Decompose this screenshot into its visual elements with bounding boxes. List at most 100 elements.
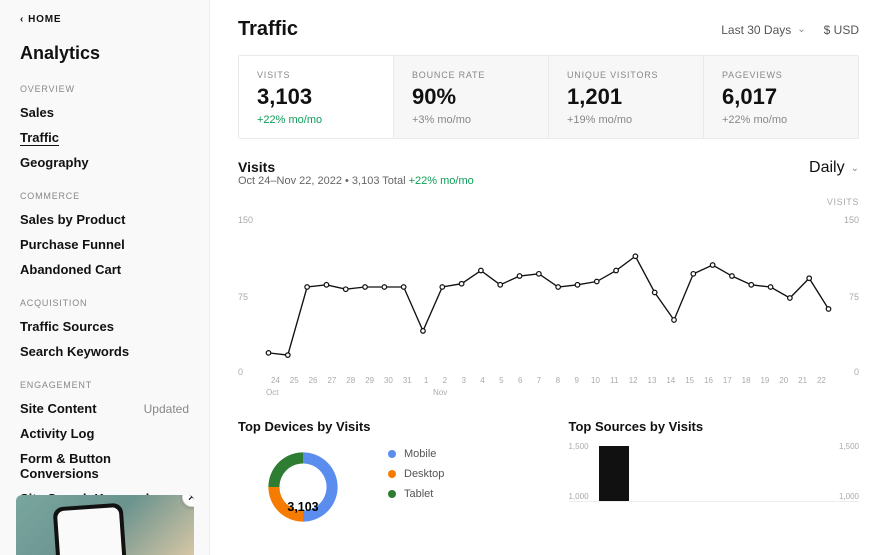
promo-card[interactable]: ✕ <box>16 495 194 555</box>
home-label: HOME <box>28 14 61 25</box>
visits-line-chart: VISITS 150 150 75 75 0 0 242526272829303… <box>238 197 859 397</box>
chevron-down-icon: ⌄ <box>797 24 805 35</box>
sidebar-item-activity-log[interactable]: Activity Log <box>0 421 209 446</box>
sidebar-item-geography[interactable]: Geography <box>0 150 209 175</box>
legend-dot <box>388 490 396 498</box>
x-tick: 30 <box>379 376 398 385</box>
x-tick: 17 <box>718 376 737 385</box>
legend-item-mobile: Mobile <box>388 448 444 460</box>
sidebar-item-sales-by-product[interactable]: Sales by Product <box>0 207 209 232</box>
legend-label: Desktop <box>404 468 444 480</box>
currency-label: $ USD <box>824 23 859 37</box>
close-icon[interactable]: ✕ <box>182 495 194 507</box>
sidebar-item-search-keywords[interactable]: Search Keywords <box>0 339 209 364</box>
top-sources-section: Top Sources by Visits 1,500 1,500 1,000 … <box>569 419 860 532</box>
x-tick: 8 <box>548 376 567 385</box>
sidebar-item-label: Sales by Product <box>20 212 125 227</box>
x-tick: 3 <box>454 376 473 385</box>
kpi-label: BOUNCE RATE <box>412 70 530 80</box>
sidebar-item-label: Search Keywords <box>20 344 129 359</box>
kpi-delta: +3% mo/mo <box>412 114 530 126</box>
legend-item-tablet: Tablet <box>388 488 444 500</box>
chart-title: Visits <box>238 159 474 175</box>
x-tick: 13 <box>643 376 662 385</box>
page-title: Traffic <box>238 18 298 41</box>
sources-title: Top Sources by Visits <box>569 419 860 434</box>
sidebar-item-traffic-sources[interactable]: Traffic Sources <box>0 314 209 339</box>
sidebar-item-badge: Updated <box>144 402 189 416</box>
granularity-dropdown[interactable]: Daily ⌄ <box>809 159 859 177</box>
top-devices-section: Top Devices by Visits 3,103 MobileDeskto… <box>238 419 529 532</box>
x-tick: 22 <box>812 376 831 385</box>
kpi-value: 6,017 <box>722 84 840 110</box>
sidebar-item-label: Activity Log <box>20 426 94 441</box>
chevron-down-icon: ⌄ <box>851 163 859 174</box>
kpi-label: PAGEVIEWS <box>722 70 840 80</box>
kpi-card-bounce-rate[interactable]: BOUNCE RATE 90% +3% mo/mo <box>394 56 549 138</box>
sidebar-item-label: Purchase Funnel <box>20 237 125 252</box>
x-tick: 19 <box>756 376 775 385</box>
granularity-label: Daily <box>809 159 845 177</box>
x-tick: 29 <box>360 376 379 385</box>
sidebar-title: Analytics <box>0 37 209 82</box>
x-tick: 28 <box>341 376 360 385</box>
sidebar-item-traffic[interactable]: Traffic <box>0 125 209 150</box>
legend-dot <box>388 450 396 458</box>
x-tick: 31 <box>398 376 417 385</box>
x-tick: 26 <box>304 376 323 385</box>
sidebar-section-label: ENGAGEMENT <box>0 378 209 396</box>
x-tick: 20 <box>774 376 793 385</box>
devices-legend: Mobile Desktop Tablet <box>388 448 444 500</box>
sources-bar-chart: 1,500 1,500 1,000 1,000 <box>569 442 860 502</box>
kpi-label: VISITS <box>257 70 375 80</box>
date-range-dropdown[interactable]: Last 30 Days ⌄ <box>721 23 805 37</box>
x-tick: 12 <box>624 376 643 385</box>
donut-chart: 3,103 <box>238 442 368 532</box>
donut-center-value: 3,103 <box>287 500 318 514</box>
kpi-value: 3,103 <box>257 84 375 110</box>
sidebar-item-label: Geography <box>20 155 89 170</box>
x-tick: 25 <box>285 376 304 385</box>
x-tick: 5 <box>492 376 511 385</box>
kpi-value: 1,201 <box>567 84 685 110</box>
sidebar-item-purchase-funnel[interactable]: Purchase Funnel <box>0 232 209 257</box>
sidebar-item-sales[interactable]: Sales <box>0 100 209 125</box>
legend-dot <box>388 470 396 478</box>
main-content: Traffic Last 30 Days ⌄ $ USD VISITS 3,103… <box>210 0 887 555</box>
sidebar-item-label: Traffic Sources <box>20 319 114 334</box>
kpi-card-pageviews[interactable]: PAGEVIEWS 6,017 +22% mo/mo <box>704 56 858 138</box>
sidebar-item-label: Sales <box>20 105 54 120</box>
x-tick: 15 <box>680 376 699 385</box>
x-tick: 7 <box>530 376 549 385</box>
chevron-left-icon: ‹ <box>20 14 24 25</box>
page-header: Traffic Last 30 Days ⌄ $ USD <box>238 18 859 41</box>
legend-label: Mobile <box>404 448 436 460</box>
x-tick: 2 <box>435 376 454 385</box>
x-tick: 1 <box>417 376 436 385</box>
sidebar-item-abandoned-cart[interactable]: Abandoned Cart <box>0 257 209 282</box>
kpi-row: VISITS 3,103 +22% mo/mo BOUNCE RATE 90% +3% m… <box>238 55 859 139</box>
kpi-card-visits[interactable]: VISITS3,103+22% mo/mo <box>239 56 394 138</box>
x-tick: 27 <box>322 376 341 385</box>
phone-illustration <box>53 503 130 555</box>
source-bar <box>599 446 629 501</box>
kpi-value: 90% <box>412 84 530 110</box>
x-tick: 16 <box>699 376 718 385</box>
x-tick: 21 <box>793 376 812 385</box>
kpi-delta: +19% mo/mo <box>567 114 685 126</box>
home-link[interactable]: ‹ HOME <box>0 14 209 37</box>
sidebar-item-site-content[interactable]: Site Content Updated <box>0 396 209 421</box>
sidebar: ‹ HOME Analytics OVERVIEWSalesTrafficGeo… <box>0 0 210 555</box>
legend-item-desktop: Desktop <box>388 468 444 480</box>
sidebar-item-label: Site Content <box>20 401 97 416</box>
legend-label: Tablet <box>404 488 433 500</box>
sidebar-section-label: COMMERCE <box>0 189 209 207</box>
x-tick: 6 <box>511 376 530 385</box>
x-tick: 9 <box>567 376 586 385</box>
kpi-label: UNIQUE VISITORS <box>567 70 685 80</box>
x-tick: 14 <box>661 376 680 385</box>
x-tick: 10 <box>586 376 605 385</box>
sidebar-item-form-button-conversions[interactable]: Form & Button Conversions <box>0 446 209 486</box>
kpi-card-unique-visitors[interactable]: UNIQUE VISITORS 1,201 +19% mo/mo <box>549 56 704 138</box>
kpi-delta: +22% mo/mo <box>722 114 840 126</box>
